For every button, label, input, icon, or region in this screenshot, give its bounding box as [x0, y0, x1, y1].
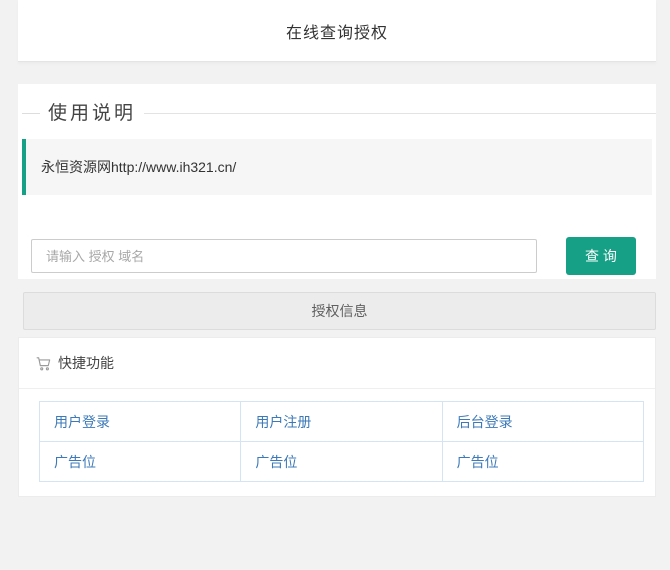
- usage-heading: 使用说明: [22, 100, 656, 127]
- notice-blockquote: 永恒资源网http://www.ih321.cn/: [22, 139, 652, 195]
- notice-text: 永恒资源网http://www.ih321.cn/: [41, 159, 236, 175]
- usage-section: 使用说明 永恒资源网http://www.ih321.cn/ 查 询: [18, 84, 656, 279]
- cart-icon: [35, 355, 52, 372]
- query-button[interactable]: 查 询: [566, 237, 636, 275]
- table-row: 广告位 广告位 广告位: [40, 442, 644, 482]
- quick-functions-card: 快捷功能 用户登录 用户注册 后台登录 广告位: [18, 337, 656, 497]
- page-container: 在线查询授权 使用说明 永恒资源网http://www.ih321.cn/ 查 …: [18, 0, 656, 497]
- table-cell: 用户登录: [40, 402, 241, 442]
- table-cell: 广告位: [442, 442, 643, 482]
- link-admin-login[interactable]: 后台登录: [457, 414, 513, 430]
- domain-search-input[interactable]: [31, 239, 537, 273]
- heading-divider-right: [144, 113, 656, 114]
- link-ad-slot-2[interactable]: 广告位: [255, 454, 297, 470]
- usage-heading-text: 使用说明: [48, 100, 136, 127]
- quick-functions-header: 快捷功能: [19, 338, 655, 389]
- table-cell: 广告位: [241, 442, 442, 482]
- page-title: 在线查询授权: [286, 19, 388, 43]
- link-ad-slot-1[interactable]: 广告位: [54, 454, 96, 470]
- table-cell: 后台登录: [442, 402, 643, 442]
- table-cell: 广告位: [40, 442, 241, 482]
- table-cell: 用户注册: [241, 402, 442, 442]
- quick-functions-title: 快捷功能: [58, 353, 114, 373]
- search-row: 查 询: [31, 237, 636, 275]
- auth-info-label: 授权信息: [312, 301, 368, 321]
- link-user-login[interactable]: 用户登录: [54, 414, 110, 430]
- table-row: 用户登录 用户注册 后台登录: [40, 402, 644, 442]
- auth-info-bar: 授权信息: [23, 292, 656, 330]
- quick-links-table: 用户登录 用户注册 后台登录 广告位 广告位: [39, 401, 644, 482]
- link-user-register[interactable]: 用户注册: [255, 414, 311, 430]
- header: 在线查询授权: [18, 0, 656, 62]
- link-ad-slot-3[interactable]: 广告位: [457, 454, 499, 470]
- heading-divider-left: [22, 113, 40, 114]
